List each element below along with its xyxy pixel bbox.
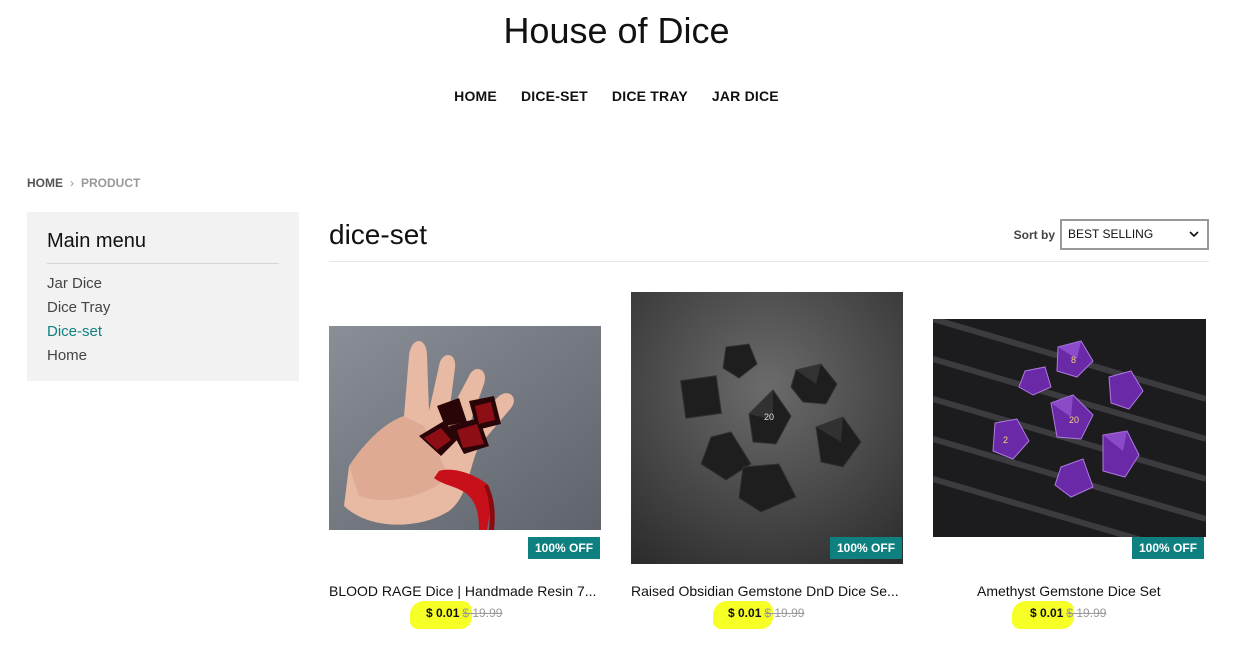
sort-label: Sort by xyxy=(1013,227,1055,242)
collection-title: dice-set xyxy=(329,219,428,250)
compare-price: $ 19.99 xyxy=(764,606,805,620)
sort-select[interactable]: BEST SELLING xyxy=(1060,219,1209,250)
breadcrumb: HOME › PRODUCT xyxy=(27,176,140,190)
product-title[interactable]: Raised Obsidian Gemstone DnD Dice Se... xyxy=(631,583,899,599)
breadcrumb-current: PRODUCT xyxy=(81,176,141,190)
nav-dice-tray[interactable]: DICE TRAY xyxy=(612,88,688,104)
product-image-2[interactable]: 20 xyxy=(631,292,903,564)
svg-text:20: 20 xyxy=(1069,415,1079,425)
sidebar-menu-list: Jar Dice Dice Tray Dice-set Home xyxy=(47,272,279,368)
sidebar-item-dice-tray[interactable]: Dice Tray xyxy=(47,296,279,320)
sidebar-title: Main menu xyxy=(47,230,279,264)
product-image-1[interactable] xyxy=(329,326,601,530)
compare-price: $ 19.99 xyxy=(462,606,503,620)
chevron-right-icon: › xyxy=(70,176,74,190)
compare-price: $ 19.99 xyxy=(1066,606,1107,620)
collection-header-divider xyxy=(329,261,1209,262)
chevron-down-icon xyxy=(1189,221,1199,258)
nav-jar-dice[interactable]: JAR DICE xyxy=(712,88,779,104)
product-photo-amethyst-dice: 20 8 2 xyxy=(933,319,1206,537)
product-title[interactable]: Amethyst Gemstone Dice Set xyxy=(977,583,1161,599)
svg-text:20: 20 xyxy=(764,412,774,422)
breadcrumb-home[interactable]: HOME xyxy=(27,176,63,190)
sale-price: $ 0.01 xyxy=(426,606,460,620)
sidebar-item-jar-dice[interactable]: Jar Dice xyxy=(47,272,279,296)
sale-price: $ 0.01 xyxy=(728,606,762,620)
nav-home[interactable]: HOME xyxy=(454,88,497,104)
product-image-3[interactable]: 20 8 2 xyxy=(933,319,1206,537)
sidebar-item-dice-set[interactable]: Dice-set xyxy=(47,320,279,344)
product-title[interactable]: BLOOD RAGE Dice | Handmade Resin 7... xyxy=(329,583,596,599)
product-price: $ 0.01 $ 19.99 xyxy=(728,606,804,620)
sale-price: $ 0.01 xyxy=(1030,606,1064,620)
sort-select-value: BEST SELLING xyxy=(1068,227,1154,241)
discount-badge: 100% OFF xyxy=(1132,537,1205,559)
product-price: $ 0.01 $ 19.99 xyxy=(426,606,502,620)
product-photo-blood-rage xyxy=(329,326,601,530)
svg-text:2: 2 xyxy=(1003,435,1008,445)
product-price: $ 0.01 $ 19.99 xyxy=(1030,606,1106,620)
sidebar-main-menu: Main menu Jar Dice Dice Tray Dice-set Ho… xyxy=(27,212,299,381)
sidebar-item-home[interactable]: Home xyxy=(47,344,279,368)
nav-dice-set[interactable]: DICE-SET xyxy=(521,88,588,104)
discount-badge: 100% OFF xyxy=(528,537,601,559)
sort-control: Sort by BEST SELLING xyxy=(1014,219,1209,250)
main-nav: HOME DICE-SET DICE TRAY JAR DICE xyxy=(0,88,1233,104)
site-title[interactable]: House of Dice xyxy=(0,10,1233,52)
discount-badge: 100% OFF xyxy=(830,537,903,559)
product-photo-obsidian-dice: 20 xyxy=(631,292,903,564)
svg-text:8: 8 xyxy=(1071,355,1076,365)
